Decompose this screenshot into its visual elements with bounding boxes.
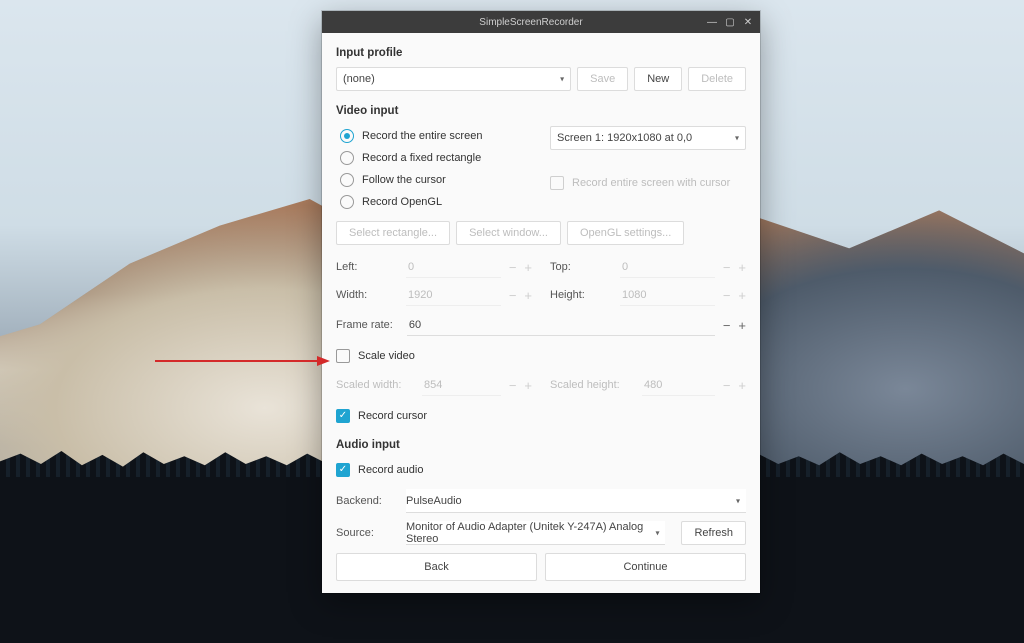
- scaled-width-stepper[interactable]: −+: [509, 379, 532, 392]
- screen-value: Screen 1: 1920x1080 at 0,0: [557, 132, 692, 144]
- radio-fixed-rectangle[interactable]: [340, 151, 354, 165]
- top-field[interactable]: 0: [620, 256, 715, 278]
- plus-icon[interactable]: +: [524, 261, 532, 274]
- delete-button[interactable]: Delete: [688, 67, 746, 91]
- label-follow-cursor: Follow the cursor: [362, 174, 446, 186]
- left-label: Left:: [336, 261, 398, 273]
- select-rectangle-button[interactable]: Select rectangle...: [336, 221, 450, 245]
- label-scale-video: Scale video: [358, 350, 415, 362]
- scaled-width-field[interactable]: 854: [422, 374, 501, 396]
- opengl-settings-button[interactable]: OpenGL settings...: [567, 221, 684, 245]
- width-label: Width:: [336, 289, 398, 301]
- maximize-icon[interactable]: ▢: [722, 14, 738, 30]
- check-record-audio[interactable]: [336, 463, 350, 477]
- top-stepper[interactable]: −+: [723, 261, 746, 274]
- minimize-icon[interactable]: —: [704, 14, 720, 30]
- label-fixed-rectangle: Record a fixed rectangle: [362, 152, 481, 164]
- minus-icon[interactable]: −: [723, 261, 731, 274]
- check-scale-video[interactable]: [336, 349, 350, 363]
- frame-rate-field[interactable]: 60: [407, 314, 715, 336]
- backend-value: PulseAudio: [406, 495, 462, 507]
- titlebar: SimpleScreenRecorder — ▢ ✕: [322, 11, 760, 33]
- continue-button[interactable]: Continue: [545, 553, 746, 581]
- left-field[interactable]: 0: [406, 256, 501, 278]
- label-record-cursor: Record cursor: [358, 410, 427, 422]
- minus-icon[interactable]: −: [509, 261, 517, 274]
- label-opengl: Record OpenGL: [362, 196, 442, 208]
- plus-icon[interactable]: +: [738, 379, 746, 392]
- frame-rate-stepper[interactable]: −+: [723, 319, 746, 332]
- plus-icon[interactable]: +: [524, 379, 532, 392]
- save-button[interactable]: Save: [577, 67, 628, 91]
- source-dropdown[interactable]: Monitor of Audio Adapter (Unitek Y-247A)…: [406, 521, 665, 545]
- height-stepper[interactable]: −+: [723, 289, 746, 302]
- scaled-width-label: Scaled width:: [336, 379, 414, 391]
- refresh-button[interactable]: Refresh: [681, 521, 746, 545]
- scaled-height-field[interactable]: 480: [642, 374, 715, 396]
- footer: Back Continue: [322, 545, 760, 593]
- source-label: Source:: [336, 527, 398, 539]
- radio-entire-screen[interactable]: [340, 129, 354, 143]
- height-label: Height:: [550, 289, 612, 301]
- label-entire-screen: Record the entire screen: [362, 130, 482, 142]
- input-profile-value: (none): [343, 73, 375, 85]
- plus-icon[interactable]: +: [738, 289, 746, 302]
- top-label: Top:: [550, 261, 612, 273]
- backend-label: Backend:: [336, 495, 398, 507]
- height-field[interactable]: 1080: [620, 284, 715, 306]
- width-stepper[interactable]: −+: [509, 289, 532, 302]
- width-field[interactable]: 1920: [406, 284, 501, 306]
- minus-icon[interactable]: −: [723, 289, 731, 302]
- minus-icon[interactable]: −: [509, 289, 517, 302]
- section-video-input: Video input: [336, 105, 746, 117]
- radio-opengl[interactable]: [340, 195, 354, 209]
- chevron-down-icon: ▾: [655, 528, 659, 537]
- left-stepper[interactable]: −+: [509, 261, 532, 274]
- chevron-down-icon: ▾: [560, 75, 564, 84]
- plus-icon[interactable]: +: [738, 319, 746, 332]
- new-button[interactable]: New: [634, 67, 682, 91]
- section-audio-input: Audio input: [336, 439, 746, 451]
- minus-icon[interactable]: −: [509, 379, 517, 392]
- input-profile-dropdown[interactable]: (none) ▾: [336, 67, 571, 91]
- check-entire-with-cursor: [550, 176, 564, 190]
- annotation-arrow: [155, 354, 330, 366]
- app-window: SimpleScreenRecorder — ▢ ✕ Input profile…: [322, 11, 760, 593]
- select-window-button[interactable]: Select window...: [456, 221, 561, 245]
- window-title: SimpleScreenRecorder: [358, 17, 704, 28]
- minus-icon[interactable]: −: [723, 379, 731, 392]
- back-button[interactable]: Back: [336, 553, 537, 581]
- radio-follow-cursor[interactable]: [340, 173, 354, 187]
- plus-icon[interactable]: +: [738, 261, 746, 274]
- scaled-height-stepper[interactable]: −+: [723, 379, 746, 392]
- scaled-height-label: Scaled height:: [550, 379, 634, 391]
- label-entire-with-cursor: Record entire screen with cursor: [572, 177, 730, 189]
- minus-icon[interactable]: −: [723, 319, 731, 332]
- label-record-audio: Record audio: [358, 464, 423, 476]
- source-value: Monitor of Audio Adapter (Unitek Y-247A)…: [406, 521, 659, 545]
- close-icon[interactable]: ✕: [740, 14, 756, 30]
- plus-icon[interactable]: +: [524, 289, 532, 302]
- chevron-down-icon: ▾: [736, 496, 740, 505]
- backend-dropdown[interactable]: PulseAudio ▾: [406, 489, 746, 513]
- screen-dropdown[interactable]: Screen 1: 1920x1080 at 0,0 ▾: [550, 126, 746, 150]
- section-input-profile: Input profile: [336, 47, 746, 59]
- check-record-cursor[interactable]: [336, 409, 350, 423]
- frame-rate-label: Frame rate:: [336, 319, 393, 331]
- chevron-down-icon: ▾: [735, 134, 739, 143]
